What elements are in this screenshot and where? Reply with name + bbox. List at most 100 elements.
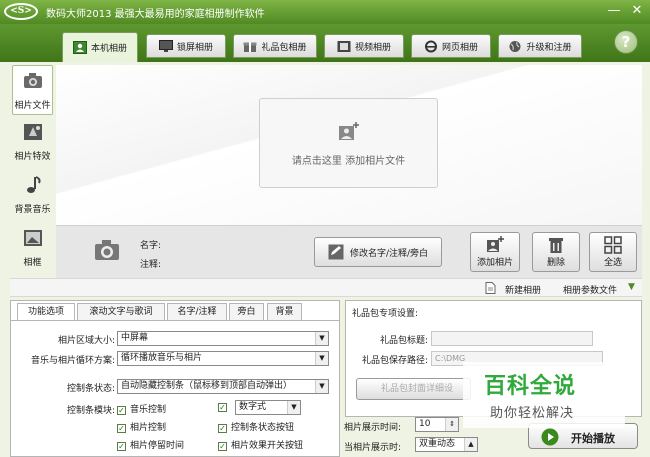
checkbox-label: 控制条状态按钮 — [231, 423, 295, 433]
show-time-stepper[interactable]: 10 ⇕ — [415, 417, 459, 432]
delete-button[interactable]: 删除 — [532, 232, 580, 272]
photo-info-bar: 名字: 注释: 修改名字/注释/旁白 添加相片 删除 全选 — [56, 225, 642, 278]
effects-icon — [23, 124, 42, 140]
photo-canvas: 请点击这里 添加相片文件 — [56, 65, 642, 225]
area-size-select[interactable]: 中屏幕 ▼ — [117, 331, 329, 346]
tab-label: 礼品包相册 — [261, 42, 307, 53]
gift-icon — [243, 41, 257, 52]
tab-lockscreen-album[interactable]: 锁屏相册 — [146, 34, 226, 58]
tab-web-album[interactable]: 网页相册 — [411, 34, 491, 58]
sidebar-item-label: 背景音乐 — [14, 205, 51, 215]
photo-control-checkbox[interactable]: ✓ 相片控制 — [117, 420, 166, 433]
ctrlbar-state-label: 控制条状态: — [66, 384, 115, 394]
sidebar-item-photo-frame[interactable]: 相框 — [12, 223, 53, 273]
digit-checkbox[interactable]: ✓ — [218, 402, 231, 412]
checkbox-label: 音乐控制 — [130, 405, 167, 415]
checkmark-icon: ✓ — [117, 406, 126, 415]
add-photo-dropzone[interactable]: 请点击这里 添加相片文件 — [259, 98, 438, 188]
main-tab-bar: 本机相册 锁屏相册 礼品包相册 视频相册 网页相册 升级和注册 — [0, 24, 650, 62]
tab-name-note[interactable]: 名字/注释 — [167, 303, 227, 321]
show-time-label: 相片展示时间: — [344, 423, 402, 433]
show-time-value: 10 — [419, 419, 431, 429]
ie-browser-icon — [424, 40, 437, 52]
ctrlbar-state-select[interactable]: 自动隐藏控制条（鼠标移到顶部自动弹出） ▼ — [117, 379, 329, 394]
gift-section-title: 礼品包专项设置: — [352, 309, 419, 319]
tab-narration[interactable]: 旁白 — [229, 303, 264, 321]
new-document-icon — [485, 282, 496, 294]
close-button[interactable]: ✕ — [627, 1, 647, 21]
photo-duration-checkbox[interactable]: ✓ 相片停留时间 — [117, 438, 184, 451]
album-action-bar: 新建相册 相册参数文件 ▼ — [10, 278, 642, 297]
picture-frame-icon — [23, 230, 42, 246]
chevron-down-icon: ▼ — [315, 380, 328, 393]
tab-background[interactable]: 背景 — [267, 303, 302, 321]
camera-icon — [23, 73, 42, 88]
monitor-icon — [158, 39, 173, 52]
chevron-down-icon: ▼ — [287, 401, 300, 414]
album-params-link[interactable]: 相册参数文件 — [563, 283, 617, 296]
window-title: 数码大师2013 最强大最易用的家庭相册制作软件 — [46, 9, 265, 20]
camera-icon — [95, 240, 119, 260]
checkbox-label: 相片效果开关按钮 — [231, 441, 304, 451]
minimize-button[interactable]: — — [604, 1, 624, 21]
help-button[interactable]: ? — [614, 30, 638, 54]
tab-upgrade-register[interactable]: 升级和注册 — [498, 34, 582, 58]
ctrlbar-state-button-checkbox[interactable]: ✓ 控制条状态按钮 — [218, 420, 294, 433]
tab-divider — [11, 320, 339, 321]
note-label: 注释: — [140, 260, 162, 270]
effect-toggle-checkbox[interactable]: ✓ 相片效果开关按钮 — [218, 438, 303, 451]
select-all-label: 全选 — [603, 258, 622, 268]
sidebar-item-label: 相框 — [23, 258, 42, 268]
gift-path-label: 礼品包保存路径: — [361, 356, 428, 366]
tab-scrolling-lyrics[interactable]: 滚动文字与歌词 — [77, 303, 165, 321]
tab-gift-album[interactable]: 礼品包相册 — [233, 34, 317, 58]
name-label: 名字: — [140, 241, 162, 251]
globe-icon — [509, 40, 521, 52]
checkmark-icon: ✓ — [218, 424, 227, 433]
app-window: <S> 数码大师2013 最强大最易用的家庭相册制作软件 — ✕ 本机相册 锁屏… — [0, 0, 650, 457]
sidebar-item-photo-effects[interactable]: 相片特效 — [12, 117, 53, 167]
new-album-link[interactable]: 新建相册 — [505, 283, 541, 296]
watermark-title: 百科全说 — [484, 374, 577, 399]
tab-label: 锁屏相册 — [176, 42, 213, 53]
title-bar: <S> 数码大师2013 最强大最易用的家庭相册制作软件 — ✕ — [0, 0, 650, 24]
digit-style-select[interactable]: 数字式 ▼ — [235, 400, 301, 415]
checkbox-label: 相片停留时间 — [130, 441, 185, 451]
tab-video-album[interactable]: 视频相册 — [324, 34, 404, 58]
show-mode-select[interactable]: 双重动态 ▲ — [415, 437, 478, 452]
checkmark-icon: ✓ — [117, 424, 126, 433]
options-panel: 功能选项 滚动文字与歌词 名字/注释 旁白 背景 相片区域大小: 中屏幕 ▼ 音乐… — [10, 300, 340, 457]
add-photo-label: 添加相片 — [476, 258, 513, 268]
add-photo-button[interactable]: 添加相片 — [470, 232, 520, 272]
tab-local-album[interactable]: 本机相册 — [62, 32, 138, 62]
watermark-overlay: 百科全说 助你轻松解决 — [463, 362, 625, 428]
digit-style-value: 数字式 — [239, 402, 267, 412]
tab-function-options[interactable]: 功能选项 — [17, 303, 75, 321]
delete-label: 删除 — [546, 258, 565, 268]
loop-plan-select[interactable]: 循环播放音乐与相片 ▼ — [117, 351, 329, 366]
select-all-button[interactable]: 全选 — [589, 232, 637, 272]
sidebar-item-label: 相片特效 — [14, 152, 51, 162]
show-mode-label: 当相片展示时: — [344, 443, 402, 453]
chevron-down-icon: ▼ — [315, 352, 328, 365]
edit-name-note-button[interactable]: 修改名字/注释/旁白 — [314, 237, 442, 267]
tab-label: 视频相册 — [354, 42, 391, 53]
music-note-icon — [26, 176, 41, 193]
tab-label: 本机相册 — [90, 44, 127, 54]
sidebar: 相片文件 相片特效 背景音乐 相框 — [10, 65, 53, 275]
edit-button-label: 修改名字/注释/旁白 — [349, 248, 429, 259]
music-control-checkbox[interactable]: ✓ 音乐控制 — [117, 402, 166, 415]
area-size-value: 中屏幕 — [121, 333, 149, 343]
gift-title-field[interactable] — [431, 331, 593, 346]
film-icon — [337, 40, 351, 52]
sidebar-item-background-music[interactable]: 背景音乐 — [12, 170, 53, 220]
checkbox-label: 相片控制 — [130, 423, 167, 433]
gift-cover-button[interactable]: 礼品包封面详细设 — [356, 378, 471, 400]
tab-label: 网页相册 — [441, 42, 478, 53]
tab-label: 升级和注册 — [526, 42, 572, 53]
ctrlbar-state-value: 自动隐藏控制条（鼠标移到顶部自动弹出） — [121, 381, 293, 391]
gift-cover-label: 礼品包封面详细设 — [381, 384, 454, 394]
sidebar-item-photo-files[interactable]: 相片文件 — [12, 65, 53, 115]
loop-plan-label: 音乐与相片循环方案: — [30, 356, 115, 366]
chevron-down-icon[interactable]: ▼ — [628, 282, 635, 292]
